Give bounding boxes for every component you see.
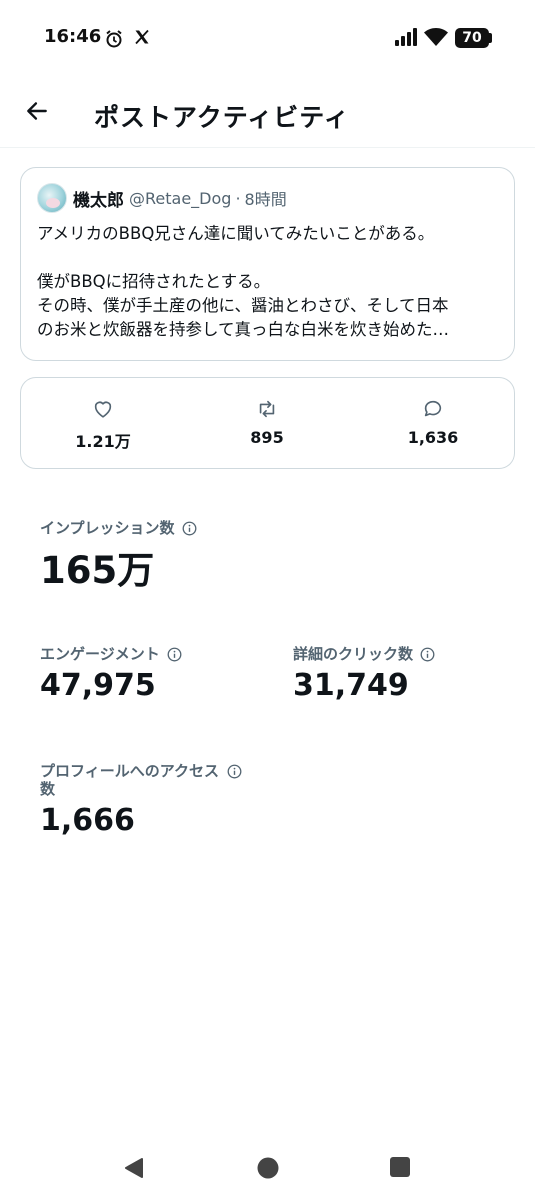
back-button[interactable] (20, 96, 54, 130)
post-card[interactable]: 機太郎 @Retae_Dog · 8時間 アメリカのBBQ兄さん達に聞いてみたい… (20, 167, 515, 361)
battery-tip (489, 33, 492, 43)
page-title: ポストアクティビティ (94, 103, 350, 132)
reposts-count: 895 (250, 428, 284, 447)
engagements-value: 47,975 (40, 668, 156, 703)
likes-count: 1.21万 (75, 432, 131, 451)
post-line: 僕がBBQに招待されたとする。 (37, 272, 271, 291)
detail-clicks-label: 詳細のクリック数 (293, 645, 435, 666)
profile-visits-label: プロフィールへのアクセス数 (40, 762, 245, 798)
status-bar: 16:46 70 (0, 0, 535, 78)
nav-recents-icon[interactable] (389, 1156, 411, 1182)
post-line: のお米と炊飯器を持参して真っ白な白米を炊き始めた… (37, 320, 450, 339)
post-line: アメリカのBBQ兄さん達に聞いてみたいことがある。 (37, 224, 435, 243)
profile-visits-label-text: プロフィールへのアクセス数 (40, 762, 219, 798)
signal-icon (394, 28, 418, 50)
separator-dot: · (235, 188, 241, 208)
detail-clicks-value: 31,749 (293, 668, 409, 703)
replies-stat[interactable]: 1,636 (373, 396, 493, 447)
post-line: その時、僕が手土産の他に、醤油とわさび、そして日本 (37, 296, 449, 315)
likes-stat[interactable]: 1.21万 (43, 396, 163, 452)
system-nav-bar (0, 1140, 535, 1200)
detail-clicks-label-text: 詳細のクリック数 (293, 645, 414, 663)
post-time: 8時間 (244, 190, 287, 209)
reply-icon (373, 396, 493, 422)
info-icon[interactable] (420, 647, 435, 666)
status-time: 16:46 (44, 26, 102, 47)
post-header: 機太郎 @Retae_Dog · 8時間 (37, 182, 498, 214)
impressions-label: インプレッション数 (40, 519, 197, 540)
engagement-card: 1.21万 895 1,636 (20, 377, 515, 469)
engagements-label: エンゲージメント (40, 645, 182, 666)
arrow-left-icon (24, 98, 50, 128)
impressions-label-text: インプレッション数 (40, 519, 175, 537)
avatar (37, 183, 67, 213)
nav-back-icon[interactable] (122, 1156, 146, 1184)
top-app-bar: ポストアクティビティ (0, 78, 535, 148)
battery-icon: 70 (455, 28, 489, 48)
engagements-label-text: エンゲージメント (40, 645, 160, 663)
profile-visits-value: 1,666 (40, 803, 135, 838)
info-icon[interactable] (227, 764, 242, 783)
x-logo-icon (134, 29, 150, 49)
post-text: アメリカのBBQ兄さん達に聞いてみたいことがある。 僕がBBQに招待されたとする… (37, 222, 498, 342)
heart-icon (43, 396, 163, 422)
impressions-value: 165万 (40, 549, 155, 592)
author-name: 機太郎 (73, 190, 124, 211)
repost-icon (207, 396, 327, 422)
alarm-icon (104, 29, 124, 53)
author-handle: @Retae_Dog (129, 188, 232, 208)
wifi-icon (423, 27, 449, 51)
info-icon[interactable] (167, 647, 182, 666)
reposts-stat[interactable]: 895 (207, 396, 327, 447)
info-icon[interactable] (182, 521, 197, 540)
replies-count: 1,636 (407, 428, 459, 447)
nav-home-icon[interactable] (256, 1156, 280, 1184)
